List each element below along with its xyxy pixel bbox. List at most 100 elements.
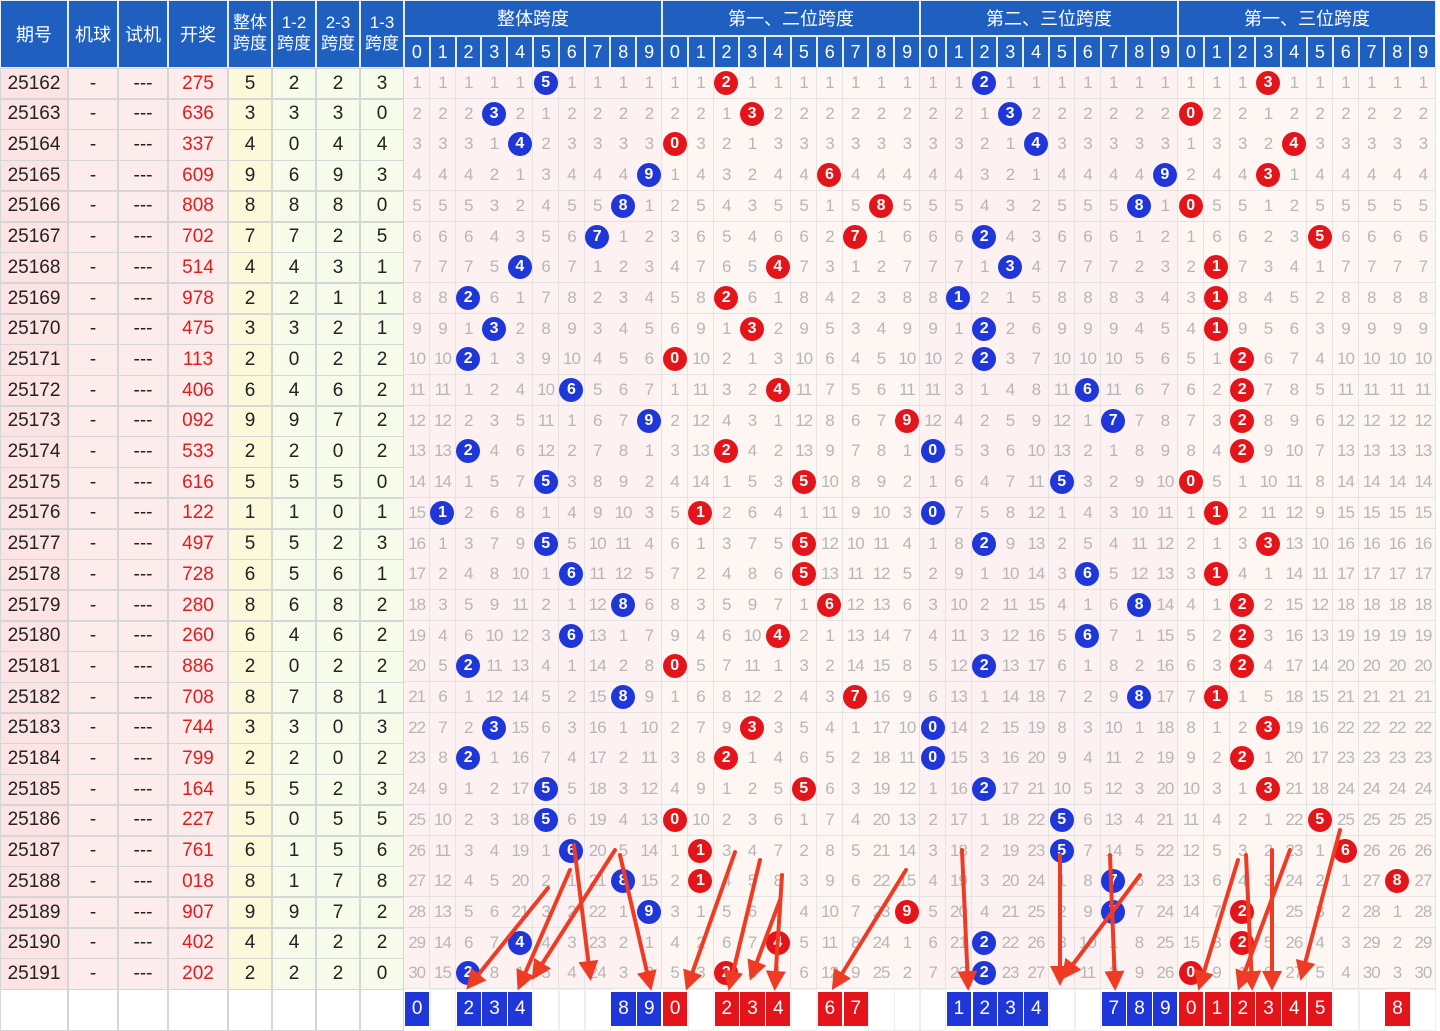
- footer-pick[interactable]: 9: [636, 991, 663, 1027]
- grid-cell: 0: [1178, 190, 1205, 222]
- header-digit[interactable]: 9: [636, 36, 662, 68]
- header-issue[interactable]: 期号: [0, 0, 68, 68]
- header-digit[interactable]: 8: [1384, 36, 1411, 68]
- span-23-cell: 2: [316, 927, 360, 959]
- overall-span-cell: 8: [228, 682, 272, 714]
- header-digit[interactable]: 5: [791, 36, 817, 68]
- footer-pick[interactable]: 7: [1100, 991, 1127, 1027]
- grid-cell: 3: [816, 682, 844, 714]
- footer-pick[interactable]: 7: [842, 991, 869, 1027]
- grid-cell: 1: [1049, 866, 1076, 898]
- grid-cell: 4: [1229, 559, 1256, 591]
- grid-cell: 1: [1100, 436, 1127, 468]
- footer-pick[interactable]: 1: [945, 991, 973, 1027]
- footer-pick[interactable]: 0: [1178, 991, 1205, 1027]
- header-digit[interactable]: 5: [533, 36, 559, 68]
- footer-pick[interactable]: 5: [1307, 991, 1334, 1027]
- header-machine[interactable]: 机球: [68, 0, 118, 68]
- grid-cell: 3: [481, 313, 508, 345]
- grid-cell: 6: [920, 682, 947, 714]
- header-span-23[interactable]: 2-3 跨度: [316, 0, 360, 68]
- footer-pick[interactable]: 0: [662, 991, 689, 1027]
- header-digit[interactable]: 2: [455, 36, 482, 68]
- header-digit[interactable]: 5: [1307, 36, 1333, 68]
- header-digit[interactable]: 9: [1152, 36, 1178, 68]
- header-trial[interactable]: 试机: [118, 0, 168, 68]
- header-digit[interactable]: 4: [765, 36, 791, 68]
- header-digit[interactable]: 6: [1074, 36, 1101, 68]
- header-digit[interactable]: 7: [1100, 36, 1127, 68]
- footer-pick[interactable]: 0: [404, 991, 431, 1027]
- header-digit[interactable]: 1: [945, 36, 972, 68]
- grid-cell: 29: [1410, 927, 1437, 959]
- grid-cell: 8: [1178, 712, 1205, 744]
- header-digit[interactable]: 1: [687, 36, 714, 68]
- grid-cell: 2: [868, 252, 895, 284]
- footer-pick[interactable]: 3: [739, 991, 766, 1027]
- footer-pick[interactable]: 4: [1023, 991, 1050, 1027]
- header-digit[interactable]: 8: [868, 36, 895, 68]
- header-digit[interactable]: 3: [739, 36, 766, 68]
- grid-cell: 4: [1281, 252, 1308, 284]
- header-group-1[interactable]: 第一、二位跨度: [662, 0, 920, 36]
- header-digit[interactable]: 0: [662, 36, 688, 68]
- grid-cell: 8: [558, 282, 586, 315]
- grid-cell: 25: [1023, 896, 1050, 929]
- header-digit[interactable]: 0: [1178, 36, 1204, 68]
- header-digit[interactable]: 7: [842, 36, 869, 68]
- header-digit[interactable]: 9: [1410, 36, 1436, 68]
- header-group-3[interactable]: 第一、三位跨度: [1178, 0, 1436, 36]
- header-span-13[interactable]: 1-3 跨度: [360, 0, 404, 68]
- header-digit[interactable]: 1: [1203, 36, 1230, 68]
- footer-pick[interactable]: 8: [1384, 991, 1411, 1027]
- header-draw[interactable]: 开奖: [168, 0, 228, 68]
- header-digit[interactable]: 4: [1281, 36, 1307, 68]
- footer-pick[interactable]: 4: [507, 991, 534, 1027]
- footer-pick[interactable]: 6: [816, 991, 844, 1027]
- header-digit[interactable]: 3: [997, 36, 1024, 68]
- footer-pick[interactable]: 3: [481, 991, 508, 1027]
- grid-cell: 20: [1152, 774, 1179, 806]
- footer-pick[interactable]: 8: [1126, 991, 1153, 1027]
- footer-pick[interactable]: 2: [1229, 991, 1256, 1027]
- footer-pick[interactable]: 9: [1152, 991, 1179, 1027]
- header-digit[interactable]: 0: [404, 36, 430, 68]
- footer-pick[interactable]: 3: [997, 991, 1024, 1027]
- footer-pick[interactable]: 8: [610, 991, 637, 1027]
- header-digit[interactable]: 3: [481, 36, 508, 68]
- footer-pick[interactable]: 4: [765, 991, 792, 1027]
- grid-cell: 16: [1307, 712, 1334, 744]
- hit-ball: 3: [740, 316, 765, 341]
- footer-pick[interactable]: 4: [1281, 991, 1308, 1027]
- header-digit[interactable]: 7: [1358, 36, 1385, 68]
- header-overall-span[interactable]: 整体 跨度: [228, 0, 272, 68]
- header-span-12[interactable]: 1-2 跨度: [272, 0, 316, 68]
- header-digit[interactable]: 5: [1049, 36, 1075, 68]
- header-digit[interactable]: 8: [610, 36, 637, 68]
- footer-pick[interactable]: 2: [455, 991, 482, 1027]
- footer-pick[interactable]: 2: [971, 991, 998, 1027]
- footer-pick[interactable]: 3: [1255, 991, 1282, 1027]
- header-digit[interactable]: 7: [584, 36, 611, 68]
- header-digit[interactable]: 4: [507, 36, 533, 68]
- header-digit[interactable]: 1: [429, 36, 456, 68]
- grid-cell: 1: [1100, 927, 1127, 959]
- header-digit[interactable]: 0: [920, 36, 946, 68]
- header-digit[interactable]: 3: [1255, 36, 1282, 68]
- footer-pick[interactable]: 2: [713, 991, 740, 1027]
- header-digit[interactable]: 2: [1229, 36, 1256, 68]
- header-group-0[interactable]: 整体跨度: [404, 0, 662, 36]
- header-digit[interactable]: 2: [971, 36, 998, 68]
- grid-cell: 22: [584, 896, 611, 929]
- header-digit[interactable]: 8: [1126, 36, 1153, 68]
- header-digit[interactable]: 6: [558, 36, 585, 68]
- header-digit[interactable]: 6: [1332, 36, 1359, 68]
- header-digit[interactable]: 2: [713, 36, 740, 68]
- grid-cell: 1: [1229, 774, 1256, 806]
- header-digit[interactable]: 6: [816, 36, 843, 68]
- header-group-2[interactable]: 第二、三位跨度: [920, 0, 1178, 36]
- footer-pick[interactable]: 1: [1203, 991, 1231, 1027]
- machine-cell: -: [68, 835, 118, 867]
- header-digit[interactable]: 9: [894, 36, 920, 68]
- header-digit[interactable]: 4: [1023, 36, 1049, 68]
